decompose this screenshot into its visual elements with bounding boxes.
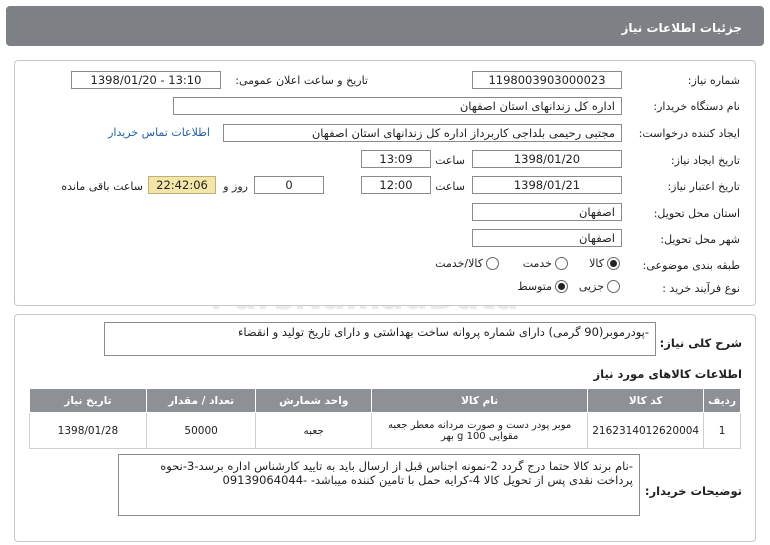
process-option-medium: متوسط — [517, 280, 552, 293]
province-label: استان محل تحویل: — [653, 207, 740, 220]
col-name: نام کالا — [371, 388, 589, 413]
col-qty: تعداد / مقدار — [145, 388, 257, 413]
summary-field: -پودرموبر(90 گرمی) دارای شماره پروانه سا… — [104, 322, 656, 356]
category-radio-goods[interactable]: کالا — [589, 257, 620, 270]
category-option-goods-service: کالا/خدمت — [435, 257, 483, 270]
category-radio-service[interactable]: خدمت — [523, 257, 568, 270]
notes-field: -نام برند کالا حتما درج گردد 2-نمونه اجن… — [118, 454, 640, 516]
created-date-label: تاریخ ایجاد نیاز: — [670, 154, 740, 167]
announce-field: 1398/01/20 - 13:10 — [71, 71, 221, 89]
goods-section-title: اطلاعات کالاهای مورد نیاز — [593, 367, 742, 381]
category-option-service: خدمت — [522, 257, 552, 270]
radio-unselected-icon[interactable] — [486, 257, 499, 270]
city-field: اصفهان — [472, 229, 622, 247]
created-time-label: ساعت — [435, 154, 465, 167]
process-option-partial: جزیی — [578, 280, 604, 293]
cell-code: 2162314012620004 — [587, 412, 705, 449]
created-date-field: 1398/01/20 — [472, 150, 622, 168]
province-field: اصفهان — [472, 203, 622, 221]
need-number-field: 1198003903000023 — [472, 71, 622, 89]
days-field: 0 — [254, 176, 324, 194]
remaining-time-field: 22:42:06 — [148, 176, 216, 194]
cell-name: موبر پودر دست و صورت مردانه معطر جعبه مق… — [371, 412, 589, 449]
radio-unselected-icon[interactable] — [555, 257, 568, 270]
process-label: نوع فرآیند خرید : — [662, 282, 740, 295]
category-option-goods: کالا — [589, 257, 604, 270]
buyer-org-label: نام دستگاه خریدار: — [653, 100, 740, 113]
radio-selected-icon[interactable] — [607, 257, 620, 270]
valid-date-label: تاریخ اعتبار نیاز: — [667, 180, 740, 193]
radio-selected-icon[interactable] — [555, 280, 568, 293]
process-radio-partial[interactable]: جزیی — [579, 280, 620, 293]
summary-label: شرح کلی نیاز: — [659, 336, 742, 350]
requester-label: ایجاد کننده درخواست: — [638, 127, 740, 140]
buyer-org-field: اداره کل زندانهای استان اصفهان — [173, 97, 622, 115]
col-date: تاریخ نیاز — [29, 388, 147, 413]
city-label: شهر محل تحویل: — [660, 233, 740, 246]
days-label: روز و — [223, 180, 248, 193]
cell-unit: جعبه — [255, 412, 373, 449]
buyer-contact-link[interactable]: اطلاعات تماس خریدار — [108, 126, 210, 139]
announce-label: تاریخ و ساعت اعلان عمومی: — [235, 74, 368, 87]
notes-label: توضیحات خریدار: — [644, 484, 742, 498]
table-row: 1 2162314012620004 موبر پودر دست و صورت … — [29, 412, 741, 449]
need-number-label: شماره نیاز: — [687, 74, 740, 87]
valid-date-field: 1398/01/21 — [472, 176, 622, 194]
valid-time-label: ساعت — [435, 180, 465, 193]
col-code: کد کالا — [587, 388, 705, 413]
col-row: ردیف — [703, 388, 741, 413]
goods-table: ردیف کد کالا نام کالا واحد شمارش تعداد /… — [29, 388, 741, 449]
col-unit: واحد شمارش — [255, 388, 373, 413]
cell-qty: 50000 — [145, 412, 257, 449]
category-label: طبقه بندی موضوعی: — [642, 259, 740, 272]
process-radio-medium[interactable]: متوسط — [517, 280, 568, 293]
page-title: جزئیات اطلاعات نیاز — [621, 21, 742, 35]
category-radio-goods-service[interactable]: کالا/خدمت — [435, 257, 499, 270]
requester-field: مجتبی رحیمی بلداجی کاربرداز اداره کل زند… — [223, 124, 622, 142]
cell-date: 1398/01/28 — [29, 412, 147, 449]
created-time-field: 13:09 — [361, 150, 431, 168]
radio-unselected-icon[interactable] — [607, 280, 620, 293]
valid-time-field: 12:00 — [361, 176, 431, 194]
cell-row: 1 — [703, 412, 741, 449]
page-header: جزئیات اطلاعات نیاز — [6, 6, 764, 46]
remaining-label: ساعت باقی مانده — [61, 180, 143, 193]
